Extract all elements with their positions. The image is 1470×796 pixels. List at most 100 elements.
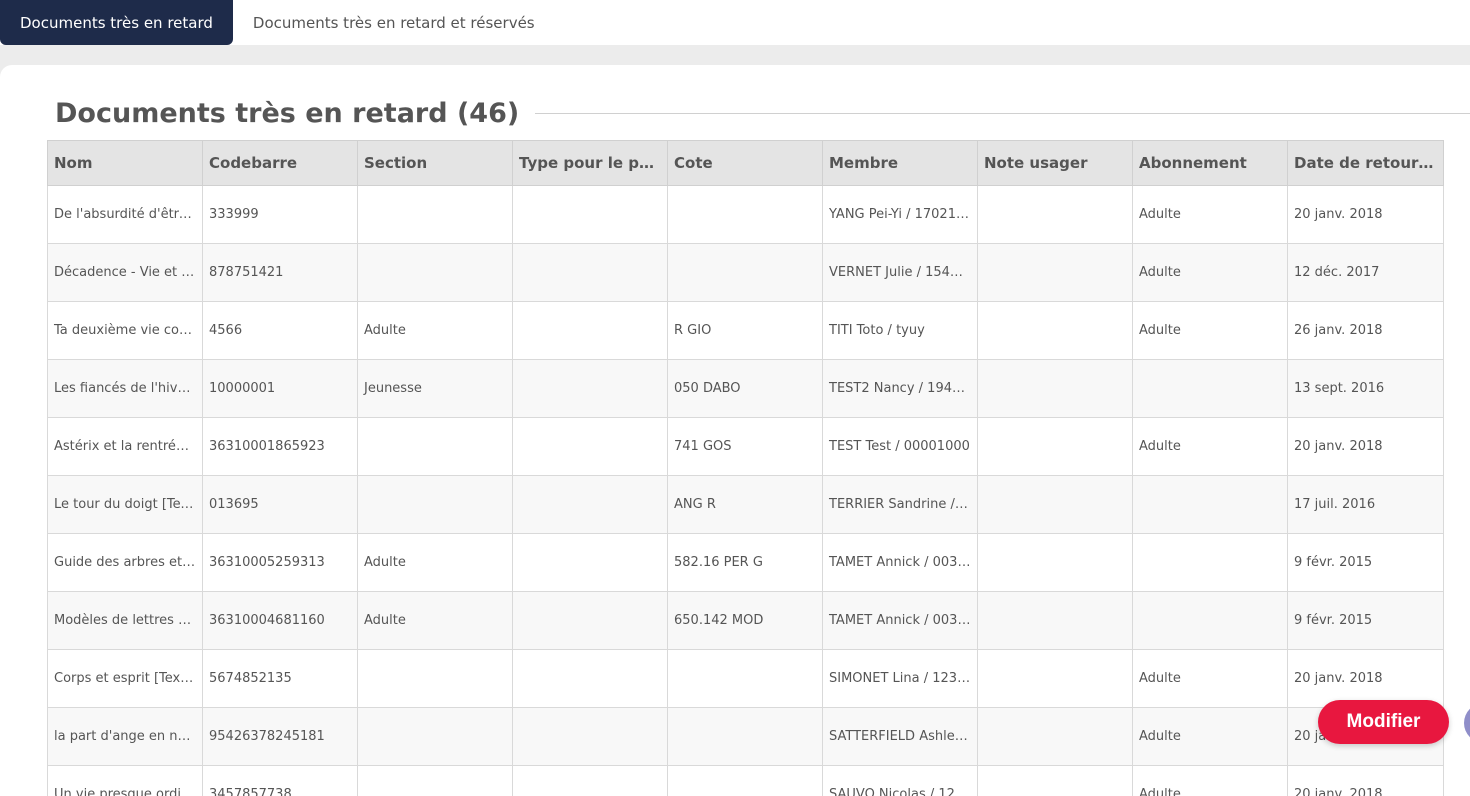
table-cell: Adulte <box>1132 649 1288 708</box>
column-header[interactable]: Note usager <box>977 140 1133 186</box>
table-row[interactable]: Un vie presque ordinaire 3457857738 SAUVO … <box>47 765 1444 796</box>
table-cell <box>357 243 513 302</box>
column-header[interactable]: Codebarre <box>202 140 358 186</box>
table-cell: SAUVO Nicolas / 1234 <box>822 765 978 796</box>
table-cell <box>977 649 1133 708</box>
column-header[interactable]: Date de retour prévue <box>1287 140 1444 186</box>
table-cell: 26 janv. 2018 <box>1287 301 1444 360</box>
table-cell: 20 janv. 2018 <box>1287 649 1444 708</box>
table-cell <box>512 649 668 708</box>
table-cell: 9 févr. 2015 <box>1287 533 1444 592</box>
table-cell: 9 févr. 2015 <box>1287 591 1444 650</box>
table-row[interactable]: De l'absurdité d'être acteur333999 YANG P… <box>47 185 1444 244</box>
column-header[interactable]: Type pour le prêt <box>512 140 668 186</box>
table-cell: 582.16 PER G <box>667 533 823 592</box>
tab-bar: Documents très en retard Documents très … <box>0 0 1470 45</box>
table-cell: la part d'ange en nous <box>47 707 203 766</box>
table-cell <box>977 765 1133 796</box>
table-cell: 050 DABO <box>667 359 823 418</box>
table-cell: Les fiancés de l'hiver. livre 1 <box>47 359 203 418</box>
table-cell <box>977 475 1133 534</box>
table-cell: 36310001865923 <box>202 417 358 476</box>
table-cell: Ta deuxième vie commence quand tu compre… <box>47 301 203 360</box>
table-cell: 741 GOS <box>667 417 823 476</box>
table-cell <box>1132 533 1288 592</box>
column-header[interactable]: Section <box>357 140 513 186</box>
table-cell: 95426378245181 <box>202 707 358 766</box>
table-body: De l'absurdité d'être acteur333999 YANG P… <box>47 185 1444 796</box>
table-cell <box>977 359 1133 418</box>
table-cell: Le tour du doigt [Texte imprimé] <box>47 475 203 534</box>
table-cell <box>667 649 823 708</box>
column-header[interactable]: Membre <box>822 140 978 186</box>
table-cell: Astérix et la rentrée gauloise <box>47 417 203 476</box>
table-cell: TERRIER Sandrine / 00000000 <box>822 475 978 534</box>
table-cell: Adulte <box>357 301 513 360</box>
table-cell <box>1132 591 1288 650</box>
table-cell <box>357 475 513 534</box>
table-row[interactable]: Ta deuxième vie commence quand tu compre… <box>47 301 1444 360</box>
table-row[interactable]: Guide des arbres et arbustes363100052593… <box>47 533 1444 592</box>
table-cell <box>977 185 1133 244</box>
table-cell: De l'absurdité d'être acteur <box>47 185 203 244</box>
table-row[interactable]: Décadence - Vie et mort du judéo-christi… <box>47 243 1444 302</box>
table-cell: 10000001 <box>202 359 358 418</box>
table-cell: TITI Toto / tyuy <box>822 301 978 360</box>
table-cell: Corps et esprit [Texte imprimé] <box>47 649 203 708</box>
table-cell <box>512 533 668 592</box>
table-cell: 878751421 <box>202 243 358 302</box>
page-title: Documents très en retard (46) <box>55 97 520 129</box>
table-cell <box>667 243 823 302</box>
table-cell: 13 sept. 2016 <box>1287 359 1444 418</box>
heading-divider <box>535 112 1470 114</box>
table-cell <box>977 533 1133 592</box>
table-cell: Adulte <box>357 533 513 592</box>
table-cell <box>512 475 668 534</box>
table-cell <box>357 417 513 476</box>
table-cell <box>667 765 823 796</box>
table-cell: TAMET Annick / 00310000 <box>822 533 978 592</box>
table-cell <box>1132 359 1288 418</box>
table-cell: 013695 <box>202 475 358 534</box>
table-row[interactable]: Les fiancés de l'hiver. livre 110000001J… <box>47 359 1444 418</box>
table-cell: 20 janv. 2018 <box>1287 185 1444 244</box>
table-cell <box>977 301 1133 360</box>
table-cell <box>357 649 513 708</box>
table-row[interactable]: la part d'ange en nous 95426378245181 SATT… <box>47 707 1444 766</box>
table-row[interactable]: Le tour du doigt [Texte imprimé]013695 AN… <box>47 475 1444 534</box>
table-cell: ANG R <box>667 475 823 534</box>
table-cell: TEST2 Nancy / 1947748 <box>822 359 978 418</box>
table-cell: Guide des arbres et arbustes <box>47 533 203 592</box>
table-cell: 20 janv. 2018 <box>1287 765 1444 796</box>
table-cell: Adulte <box>1132 243 1288 302</box>
table-cell: TEST Test / 00001000 <box>822 417 978 476</box>
tab-overdue-reserved-documents[interactable]: Documents très en retard et réservés <box>233 0 555 45</box>
table-cell: Décadence - Vie et mort du judéo-christi… <box>47 243 203 302</box>
table-cell: Un vie presque ordinaire <box>47 765 203 796</box>
table-cell: 36310005259313 <box>202 533 358 592</box>
table-cell <box>512 301 668 360</box>
table-cell: TAMET Annick / 00310000 <box>822 591 978 650</box>
table-row[interactable]: Corps et esprit [Texte imprimé]567485213… <box>47 649 1444 708</box>
overdue-documents-table: Nom Codebarre Section Type pour le prêt Cote… <box>47 140 1444 796</box>
modify-button[interactable]: Modifier <box>1318 700 1449 744</box>
table-cell <box>512 185 668 244</box>
table-cell <box>512 707 668 766</box>
table-row[interactable]: Astérix et la rentrée gauloise3631000186… <box>47 417 1444 476</box>
table-cell: 36310004681160 <box>202 591 358 650</box>
content-panel: Documents très en retard (46) Nom Codebar… <box>0 65 1470 796</box>
table-cell <box>512 417 668 476</box>
table-cell: VERNET Julie / 15423698 <box>822 243 978 302</box>
column-header[interactable]: Abonnement <box>1132 140 1288 186</box>
column-header[interactable]: Cote <box>667 140 823 186</box>
table-cell: 5674852135 <box>202 649 358 708</box>
table-row[interactable]: Modèles de lettres de motivation36310004… <box>47 591 1444 650</box>
table-cell: Modèles de lettres de motivation <box>47 591 203 650</box>
table-cell <box>512 765 668 796</box>
table-cell: 20 janv. 2018 <box>1287 417 1444 476</box>
table-cell: Adulte <box>1132 301 1288 360</box>
column-header[interactable]: Nom <box>47 140 203 186</box>
tab-overdue-documents[interactable]: Documents très en retard <box>0 0 233 45</box>
overdue-table-container[interactable]: Nom Codebarre Section Type pour le prêt Cote… <box>47 140 1447 796</box>
table-cell: Adulte <box>1132 417 1288 476</box>
